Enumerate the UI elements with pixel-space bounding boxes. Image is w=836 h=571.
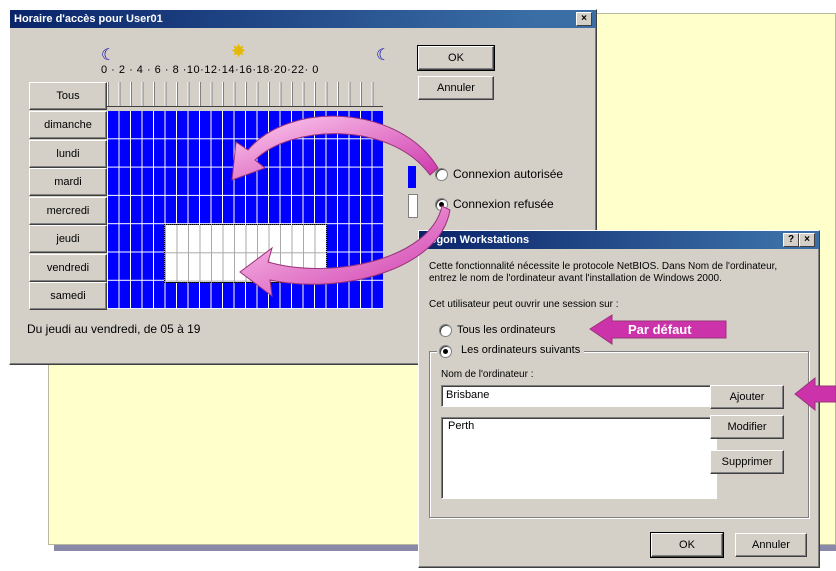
day-button-samedi[interactable]: samedi [29, 282, 107, 310]
session-label: Cet utilisateur peut ouvrir une session … [429, 299, 619, 310]
following-computers-label: Les ordinateurs suivants [461, 344, 581, 356]
logon-dialog-titlebar: Logon Workstations ? × [419, 231, 819, 249]
day-button-mercredi[interactable]: mercredi [29, 197, 107, 225]
hour-labels: 0 · 2 · 4 · 6 · 8 ·10·12·14·16·18·20·22·… [101, 64, 319, 76]
hour-header-buttons[interactable] [107, 82, 383, 107]
groupbox-header: Les ordinateurs suivants [437, 344, 585, 358]
logon-ok-button[interactable]: OK [650, 532, 724, 558]
default-callout-label: Par défaut [628, 322, 692, 337]
allowed-swatch [408, 166, 416, 188]
day-button-mardi[interactable]: mardi [29, 168, 107, 196]
computer-name-label: Nom de l'ordinateur : [441, 369, 534, 380]
moon-icon: ☾ [101, 47, 116, 64]
computer-list[interactable]: Perth [441, 417, 717, 499]
day-button-lundi[interactable]: lundi [29, 140, 107, 168]
computer-name-value: Brisbane [446, 389, 490, 401]
remove-button[interactable]: Supprimer [710, 450, 784, 474]
denied-radio[interactable] [435, 198, 448, 211]
logon-dialog-close-button[interactable]: × [799, 233, 815, 247]
day-button-dimanche[interactable]: dimanche [29, 111, 107, 139]
computer-name-input[interactable]: Brisbane [441, 385, 717, 407]
allowed-radio-label: Connexion autorisée [453, 167, 564, 181]
add-button[interactable]: Ajouter [710, 385, 784, 409]
denied-radio-label: Connexion refusée [453, 197, 554, 211]
logon-cancel-button[interactable]: Annuler [735, 533, 807, 557]
all-computers-label: Tous les ordinateurs [457, 324, 556, 336]
hours-cancel-button[interactable]: Annuler [418, 76, 494, 100]
description-line-1: Cette fonctionnalité nécessite le protoc… [429, 261, 778, 272]
moon-icon-right: ☾ [376, 47, 391, 64]
help-button[interactable]: ? [783, 233, 799, 247]
day-button-vendredi[interactable]: vendredi [29, 254, 107, 282]
sun-icon: ✸ [231, 41, 247, 61]
denied-hours-block[interactable] [164, 224, 327, 283]
logon-workstations-dialog: Logon Workstations ? × Cette fonctionnal… [418, 230, 820, 568]
day-button-jeudi[interactable]: jeudi [29, 225, 107, 253]
logon-dialog-title: Logon Workstations [423, 234, 530, 246]
denied-swatch [408, 194, 418, 218]
list-item[interactable]: Perth [445, 420, 714, 434]
all-computers-radio[interactable] [439, 324, 452, 337]
following-computers-radio[interactable] [439, 345, 452, 358]
all-button[interactable]: Tous [29, 82, 107, 110]
hours-dialog-titlebar: Horaire d'accès pour User01 × [10, 10, 596, 28]
hours-dialog-close-button[interactable]: × [576, 12, 592, 26]
hours-dialog-title: Horaire d'accès pour User01 [14, 13, 163, 25]
description-line-2: entrez le nom de l'ordinateur avant l'in… [429, 273, 722, 284]
allowed-radio[interactable] [435, 168, 448, 181]
hours-status-text: Du jeudi au vendredi, de 05 à 19 [27, 322, 201, 336]
hours-ok-button[interactable]: OK [417, 45, 495, 71]
modify-button[interactable]: Modifier [710, 415, 784, 439]
